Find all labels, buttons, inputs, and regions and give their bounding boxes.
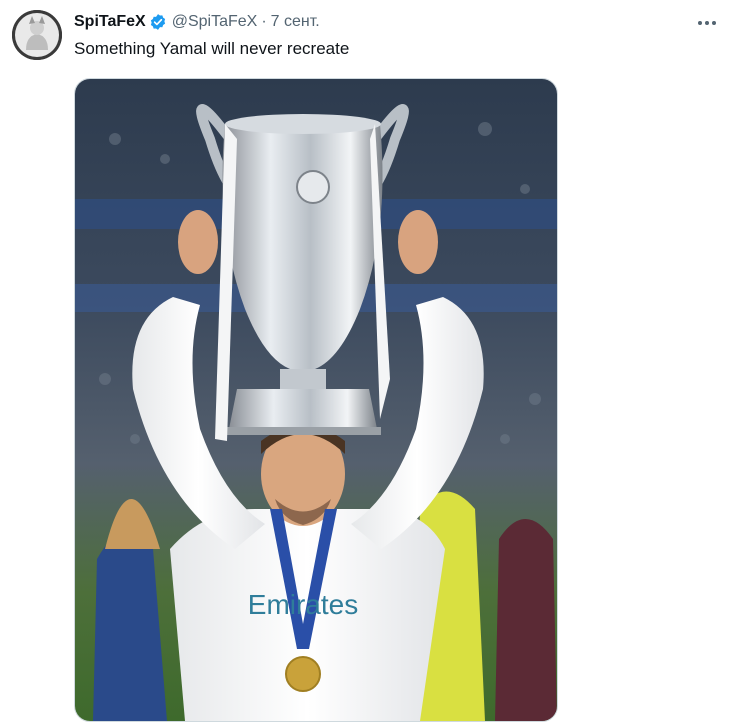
- user-avatar[interactable]: [12, 10, 62, 60]
- tweet-header: SpiTaFeX @SpiTaFeX · 7 сент.: [74, 11, 320, 33]
- photo-player-with-trophy: Emirates: [75, 79, 557, 721]
- more-horizontal-icon: [698, 21, 716, 25]
- display-name[interactable]: SpiTaFeX: [74, 13, 146, 31]
- separator-dot: ·: [261, 13, 267, 30]
- tweet-text: Something Yamal will never recreate: [74, 39, 350, 58]
- tweet-timestamp[interactable]: 7 сент.: [271, 13, 320, 31]
- user-handle[interactable]: @SpiTaFeX: [172, 13, 258, 31]
- avatar-image: [12, 10, 62, 60]
- tweet-photo[interactable]: Emirates: [74, 78, 558, 722]
- shirt-sponsor-text: Emirates: [248, 589, 358, 620]
- more-options-button[interactable]: [692, 8, 722, 38]
- verified-badge-icon: [149, 13, 167, 31]
